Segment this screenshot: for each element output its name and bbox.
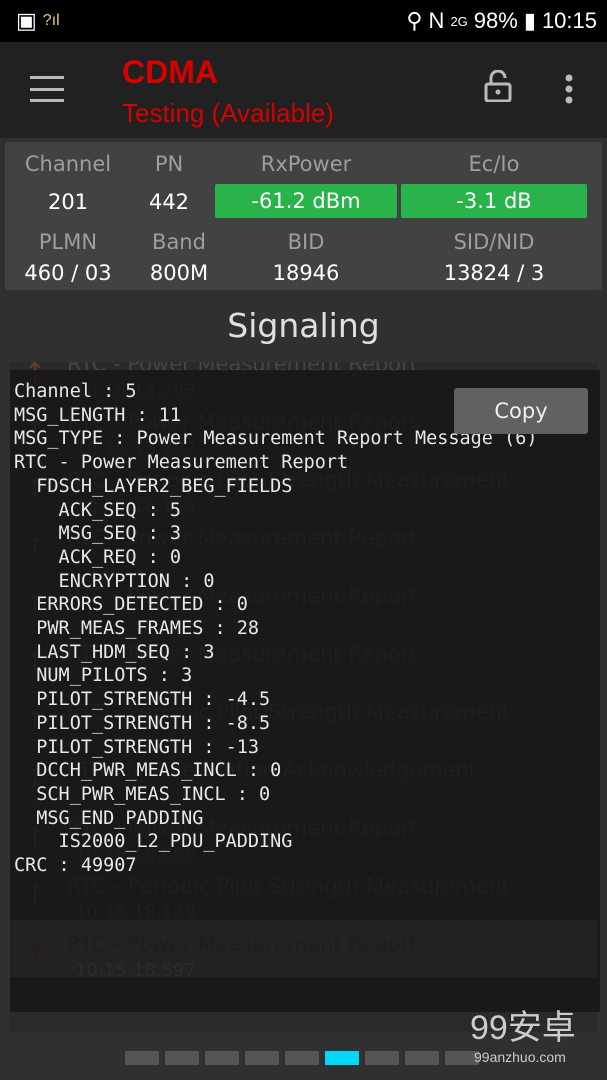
message-detail-text: Channel : 5 MSG_LENGTH : 11 MSG_TYPE : P… xyxy=(14,381,538,877)
app-title: CDMA xyxy=(122,54,218,90)
value-plmn: 460 / 03 xyxy=(24,261,112,285)
watermark-logo: 99安卓 99anzhuo.com xyxy=(470,1009,576,1065)
page-dot[interactable] xyxy=(405,1051,439,1065)
page-dot[interactable] xyxy=(125,1051,159,1065)
cell-info-panel: Channel PN RxPower Ec/Io 201 442 -61.2 d… xyxy=(5,142,602,290)
label-plmn: PLMN xyxy=(38,230,98,254)
message-detail-popup: Channel : 5 MSG_LENGTH : 11 MSG_TYPE : P… xyxy=(10,370,600,1012)
signal-unknown-icon: ?ıl xyxy=(42,12,60,29)
page-dot[interactable] xyxy=(245,1051,279,1065)
value-rxpower: -61.2 dBm xyxy=(215,184,397,218)
app-subtitle: Testing (Available) xyxy=(122,98,334,128)
value-bid: 18946 xyxy=(272,261,340,285)
label-sidnid: SID/NID xyxy=(453,230,535,254)
gallery-icon: ▣ xyxy=(16,8,37,33)
status-bar: ▣ ?ıl ⚲ N 2G 98% ▮ 10:15 xyxy=(0,0,607,42)
signal-icon: 2G xyxy=(450,13,468,29)
label-bid: BID xyxy=(287,230,325,254)
value-sidnid: 13824 / 3 xyxy=(443,261,545,285)
app-bar: CDMA Testing (Available) xyxy=(0,42,607,138)
battery-text: 98% xyxy=(473,8,518,33)
section-title: Signaling xyxy=(227,306,380,345)
page-dot[interactable] xyxy=(205,1051,239,1065)
page-dot[interactable] xyxy=(285,1051,319,1065)
page-indicator xyxy=(125,1051,479,1065)
page-dot[interactable] xyxy=(165,1051,199,1065)
page-dot[interactable] xyxy=(325,1051,359,1065)
menu-icon[interactable] xyxy=(30,76,64,102)
label-rxpower: RxPower xyxy=(260,152,352,176)
unlock-icon[interactable] xyxy=(484,70,512,102)
value-pn: 442 xyxy=(148,190,190,214)
clock: 10:15 xyxy=(541,8,597,33)
value-band: 800M xyxy=(149,261,209,285)
battery-icon: ▮ xyxy=(523,8,536,33)
more-options-icon[interactable] xyxy=(564,74,574,104)
nfc-icon: N xyxy=(428,8,445,33)
label-pn: PN xyxy=(154,152,184,176)
copy-button[interactable]: Copy xyxy=(454,388,588,434)
label-channel: Channel xyxy=(24,152,112,176)
value-channel: 201 xyxy=(47,190,89,214)
value-ecio: -3.1 dB xyxy=(401,184,587,218)
label-band: Band xyxy=(152,230,206,254)
label-ecio: Ec/Io xyxy=(468,152,520,176)
page-dot[interactable] xyxy=(365,1051,399,1065)
location-icon: ⚲ xyxy=(406,8,423,33)
